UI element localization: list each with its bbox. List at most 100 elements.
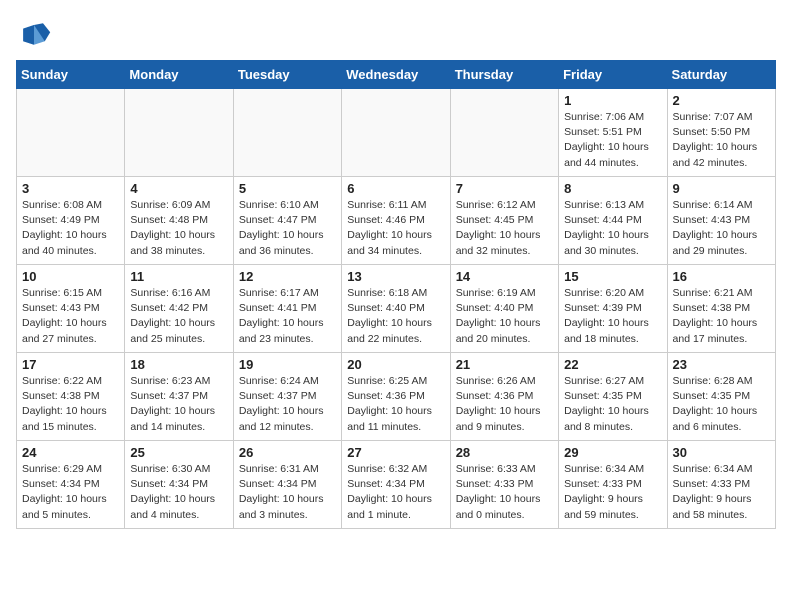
calendar-cell: 13Sunrise: 6:18 AM Sunset: 4:40 PM Dayli…	[342, 265, 450, 353]
day-number: 23	[673, 357, 770, 372]
day-number: 28	[456, 445, 553, 460]
day-info: Sunrise: 6:08 AM Sunset: 4:49 PM Dayligh…	[22, 198, 119, 259]
calendar-cell: 19 Sunrise: 6:24 AM Sunset: 4:37 PM Dayli…	[233, 353, 341, 441]
day-info: Sunrise: 6:09 AM Sunset: 4:48 PM Dayligh…	[130, 198, 227, 259]
day-number: 4	[130, 181, 227, 196]
day-info: Sunrise: 6:19 AM Sunset: 4:40 PM Dayligh…	[456, 286, 553, 347]
day-info: Sunrise: 6:17 AM Sunset: 4:41 PM Dayligh…	[239, 286, 336, 347]
day-number: 30	[673, 445, 770, 460]
calendar-cell	[125, 89, 233, 177]
calendar-cell: 8 Sunrise: 6:13 AM Sunset: 4:44 PM Daylig…	[559, 177, 667, 265]
calendar-cell	[17, 89, 125, 177]
day-number: 7	[456, 181, 553, 196]
weekday-header-saturday: Saturday	[667, 61, 775, 89]
week-row-3: 17 Sunrise: 6:22 AM Sunset: 4:38 PM Dayli…	[17, 353, 776, 441]
weekday-header-tuesday: Tuesday	[233, 61, 341, 89]
day-info: Sunrise: 6:24 AM Sunset: 4:37 PM Dayligh…	[239, 374, 336, 435]
day-number: 2	[673, 93, 770, 108]
weekday-header-monday: Monday	[125, 61, 233, 89]
day-number: 26	[239, 445, 336, 460]
week-row-2: 10Sunrise: 6:15 AM Sunset: 4:43 PM Dayli…	[17, 265, 776, 353]
day-info: Sunrise: 6:28 AM Sunset: 4:35 PM Dayligh…	[673, 374, 770, 435]
day-number: 1	[564, 93, 661, 108]
calendar-cell: 27 Sunrise: 6:32 AM Sunset: 4:34 PM Dayli…	[342, 441, 450, 529]
calendar: SundayMondayTuesdayWednesdayThursdayFrid…	[16, 60, 776, 529]
day-number: 6	[347, 181, 444, 196]
calendar-cell: 26 Sunrise: 6:31 AM Sunset: 4:34 PM Dayli…	[233, 441, 341, 529]
day-number: 3	[22, 181, 119, 196]
calendar-cell: 5 Sunrise: 6:10 AM Sunset: 4:47 PM Daylig…	[233, 177, 341, 265]
day-info: Sunrise: 6:10 AM Sunset: 4:47 PM Dayligh…	[239, 198, 336, 259]
calendar-cell: 24 Sunrise: 6:29 AM Sunset: 4:34 PM Dayli…	[17, 441, 125, 529]
day-number: 15	[564, 269, 661, 284]
day-info: Sunrise: 6:29 AM Sunset: 4:34 PM Dayligh…	[22, 462, 119, 523]
day-info: Sunrise: 6:13 AM Sunset: 4:44 PM Dayligh…	[564, 198, 661, 259]
calendar-cell: 25Sunrise: 6:30 AM Sunset: 4:34 PM Dayli…	[125, 441, 233, 529]
day-info: Sunrise: 6:14 AM Sunset: 4:43 PM Dayligh…	[673, 198, 770, 259]
day-info: Sunrise: 6:34 AM Sunset: 4:33 PM Dayligh…	[564, 462, 661, 523]
calendar-cell	[450, 89, 558, 177]
calendar-cell: 15 Sunrise: 6:20 AM Sunset: 4:39 PM Dayli…	[559, 265, 667, 353]
day-number: 24	[22, 445, 119, 460]
logo-icon	[16, 16, 52, 52]
day-info: Sunrise: 6:26 AM Sunset: 4:36 PM Dayligh…	[456, 374, 553, 435]
day-number: 8	[564, 181, 661, 196]
calendar-cell: 11Sunrise: 6:16 AM Sunset: 4:42 PM Dayli…	[125, 265, 233, 353]
day-info: Sunrise: 6:12 AM Sunset: 4:45 PM Dayligh…	[456, 198, 553, 259]
weekday-header-row: SundayMondayTuesdayWednesdayThursdayFrid…	[17, 61, 776, 89]
day-info: Sunrise: 7:06 AM Sunset: 5:51 PM Dayligh…	[564, 110, 661, 171]
header	[16, 16, 776, 52]
calendar-cell: 3 Sunrise: 6:08 AM Sunset: 4:49 PM Daylig…	[17, 177, 125, 265]
week-row-4: 24 Sunrise: 6:29 AM Sunset: 4:34 PM Dayli…	[17, 441, 776, 529]
week-row-1: 3 Sunrise: 6:08 AM Sunset: 4:49 PM Daylig…	[17, 177, 776, 265]
day-info: Sunrise: 6:21 AM Sunset: 4:38 PM Dayligh…	[673, 286, 770, 347]
calendar-cell: 10Sunrise: 6:15 AM Sunset: 4:43 PM Dayli…	[17, 265, 125, 353]
calendar-cell: 14 Sunrise: 6:19 AM Sunset: 4:40 PM Dayli…	[450, 265, 558, 353]
day-info: Sunrise: 6:16 AM Sunset: 4:42 PM Dayligh…	[130, 286, 227, 347]
day-number: 17	[22, 357, 119, 372]
calendar-cell	[342, 89, 450, 177]
day-info: Sunrise: 6:33 AM Sunset: 4:33 PM Dayligh…	[456, 462, 553, 523]
calendar-cell: 2 Sunrise: 7:07 AM Sunset: 5:50 PM Daylig…	[667, 89, 775, 177]
calendar-cell: 16Sunrise: 6:21 AM Sunset: 4:38 PM Dayli…	[667, 265, 775, 353]
day-number: 10	[22, 269, 119, 284]
weekday-header-sunday: Sunday	[17, 61, 125, 89]
calendar-cell: 7 Sunrise: 6:12 AM Sunset: 4:45 PM Daylig…	[450, 177, 558, 265]
day-number: 20	[347, 357, 444, 372]
day-info: Sunrise: 6:32 AM Sunset: 4:34 PM Dayligh…	[347, 462, 444, 523]
calendar-cell: 12 Sunrise: 6:17 AM Sunset: 4:41 PM Dayli…	[233, 265, 341, 353]
logo	[16, 16, 56, 52]
day-number: 22	[564, 357, 661, 372]
day-number: 14	[456, 269, 553, 284]
calendar-cell: 20 Sunrise: 6:25 AM Sunset: 4:36 PM Dayli…	[342, 353, 450, 441]
day-info: Sunrise: 6:31 AM Sunset: 4:34 PM Dayligh…	[239, 462, 336, 523]
day-number: 9	[673, 181, 770, 196]
day-number: 12	[239, 269, 336, 284]
day-number: 21	[456, 357, 553, 372]
day-number: 27	[347, 445, 444, 460]
day-number: 29	[564, 445, 661, 460]
day-number: 5	[239, 181, 336, 196]
day-info: Sunrise: 7:07 AM Sunset: 5:50 PM Dayligh…	[673, 110, 770, 171]
calendar-cell: 22Sunrise: 6:27 AM Sunset: 4:35 PM Dayli…	[559, 353, 667, 441]
day-info: Sunrise: 6:30 AM Sunset: 4:34 PM Dayligh…	[130, 462, 227, 523]
calendar-cell: 1 Sunrise: 7:06 AM Sunset: 5:51 PM Daylig…	[559, 89, 667, 177]
day-info: Sunrise: 6:20 AM Sunset: 4:39 PM Dayligh…	[564, 286, 661, 347]
day-info: Sunrise: 6:34 AM Sunset: 4:33 PM Dayligh…	[673, 462, 770, 523]
day-info: Sunrise: 6:25 AM Sunset: 4:36 PM Dayligh…	[347, 374, 444, 435]
calendar-cell: 17 Sunrise: 6:22 AM Sunset: 4:38 PM Dayli…	[17, 353, 125, 441]
calendar-cell: 28 Sunrise: 6:33 AM Sunset: 4:33 PM Dayli…	[450, 441, 558, 529]
day-number: 19	[239, 357, 336, 372]
calendar-cell: 18 Sunrise: 6:23 AM Sunset: 4:37 PM Dayli…	[125, 353, 233, 441]
day-number: 18	[130, 357, 227, 372]
day-info: Sunrise: 6:11 AM Sunset: 4:46 PM Dayligh…	[347, 198, 444, 259]
day-number: 13	[347, 269, 444, 284]
calendar-cell: 30 Sunrise: 6:34 AM Sunset: 4:33 PM Dayli…	[667, 441, 775, 529]
calendar-cell: 4 Sunrise: 6:09 AM Sunset: 4:48 PM Daylig…	[125, 177, 233, 265]
day-info: Sunrise: 6:22 AM Sunset: 4:38 PM Dayligh…	[22, 374, 119, 435]
calendar-cell: 21 Sunrise: 6:26 AM Sunset: 4:36 PM Dayli…	[450, 353, 558, 441]
calendar-cell	[233, 89, 341, 177]
calendar-cell: 23 Sunrise: 6:28 AM Sunset: 4:35 PM Dayli…	[667, 353, 775, 441]
weekday-header-friday: Friday	[559, 61, 667, 89]
day-info: Sunrise: 6:23 AM Sunset: 4:37 PM Dayligh…	[130, 374, 227, 435]
